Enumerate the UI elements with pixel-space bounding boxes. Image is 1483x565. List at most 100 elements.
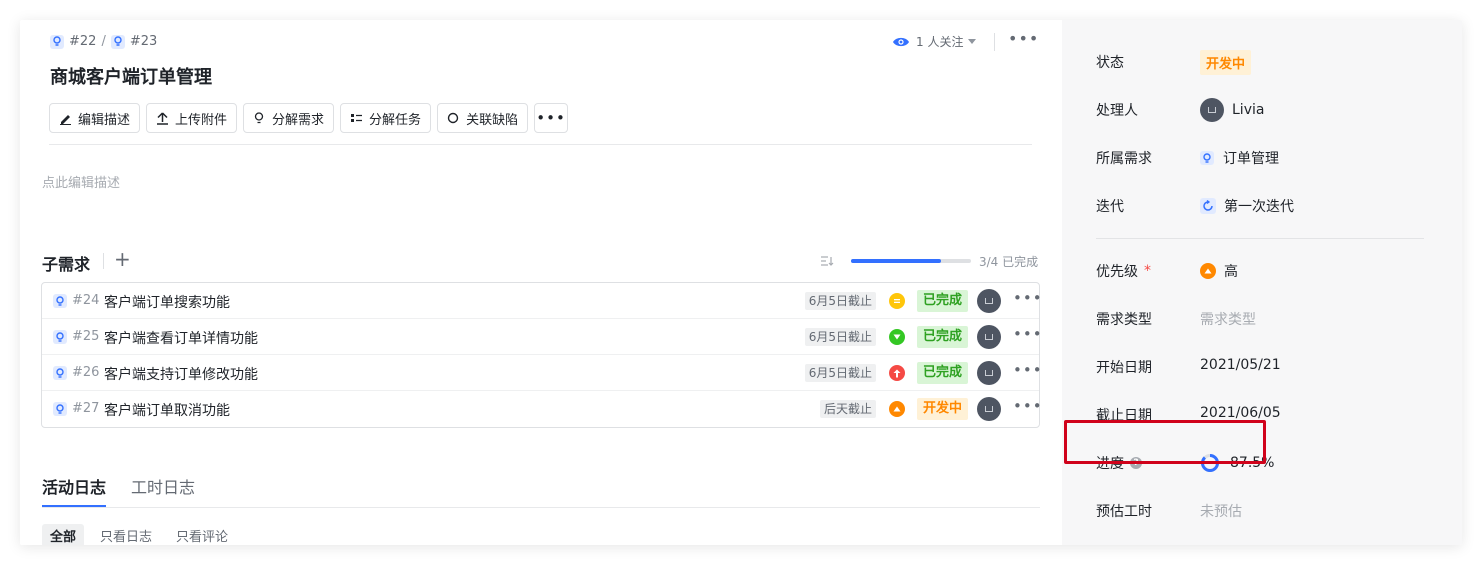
upload-attachment-label: 上传附件	[175, 112, 228, 128]
due-date-tag[interactable]: 后天截止	[819, 400, 876, 418]
divider	[103, 253, 104, 269]
priority-low-icon[interactable]	[889, 329, 905, 345]
chevron-down-icon	[968, 39, 977, 44]
sub-requirements-list: #24 客户端订单搜索功能 6月5日截止 已完成 ••• #25 客户端查看订单详情功能 6月…	[41, 282, 1042, 428]
priority-urgent-icon[interactable]	[889, 365, 905, 381]
avatar[interactable]	[977, 289, 1001, 313]
properties-panel: 状态 开发中 处理人 Livia 所属需求 订单管理 迭代 第一次迭代 优先级 …	[1062, 20, 1462, 545]
avatar[interactable]	[977, 397, 1001, 421]
end-date-value[interactable]: 2021/06/05	[1200, 405, 1281, 421]
priority-value[interactable]: 高	[1200, 261, 1238, 281]
row-more-icon[interactable]: •••	[1013, 289, 1043, 307]
requirement-detail-card: #22 / #23 1 人关注 ••• 商城客户端订单管理 编辑描述 上传附件	[20, 20, 1462, 545]
log-filters: 全部 只看日志 只看评论	[42, 524, 236, 545]
toolbar-more-button[interactable]: •••	[534, 103, 569, 133]
priority-label: 优先级 *	[1096, 261, 1151, 281]
estimate-value[interactable]: 未预估	[1200, 501, 1242, 521]
filter-all[interactable]: 全部	[42, 524, 85, 545]
requirement-icon	[50, 34, 64, 49]
assignee-name: Livia	[1232, 102, 1265, 118]
main-panel: #22 / #23 1 人关注 ••• 商城客户端订单管理 编辑描述 上传附件	[20, 20, 1062, 545]
status-badge[interactable]: 开发中	[917, 398, 969, 420]
priority-medium-icon[interactable]	[889, 293, 905, 309]
row-more-icon[interactable]: •••	[1013, 361, 1043, 379]
due-date-tag[interactable]: 6月5日截止	[804, 292, 876, 310]
priority-text: 高	[1224, 264, 1238, 280]
requirement-type-select[interactable]: 需求类型	[1200, 309, 1256, 329]
status-value[interactable]: 开发中	[1200, 50, 1252, 75]
divider	[42, 507, 1040, 508]
pencil-icon	[58, 111, 72, 125]
split-task-button[interactable]: 分解任务	[340, 103, 432, 133]
estimate-label: 预估工时	[1096, 504, 1152, 520]
assignee-value[interactable]: Livia	[1200, 98, 1264, 122]
lightbulb-icon	[252, 111, 266, 125]
watchers-count: 1 人关注	[916, 35, 964, 49]
requirement-type-placeholder: 需求类型	[1200, 312, 1256, 328]
table-row[interactable]: #26 客户端支持订单修改功能 6月5日截止 已完成 •••	[42, 355, 1042, 391]
iteration-value[interactable]: 第一次迭代	[1200, 196, 1294, 216]
more-options-icon[interactable]: •••	[1008, 31, 1038, 52]
priority-high-icon	[1200, 263, 1216, 279]
page-title: 商城客户端订单管理	[50, 67, 212, 88]
sub-requirements-title: 子需求	[42, 255, 91, 274]
link-bug-label: 关联缺陷	[466, 112, 519, 128]
assignee-label: 处理人	[1096, 103, 1138, 119]
description-editor[interactable]: 点此编辑描述	[42, 172, 120, 191]
table-row[interactable]: #27 客户端订单取消功能 后天截止 开发中 •••	[42, 391, 1042, 427]
status-label: 状态	[1096, 55, 1124, 71]
link-bug-button[interactable]: 关联缺陷	[437, 103, 529, 133]
tab-activity-log[interactable]: 活动日志	[42, 474, 106, 498]
breadcrumb: #22 / #23	[50, 34, 157, 49]
breadcrumb-current[interactable]: #23	[130, 34, 157, 49]
breadcrumb-separator: /	[101, 34, 106, 49]
progress-fill	[851, 259, 941, 263]
status-badge[interactable]: 已完成	[917, 290, 969, 312]
row-number: #25	[72, 329, 100, 344]
row-title[interactable]: 客户端查看订单详情功能	[104, 328, 258, 348]
sub-requirements-progress-label: 3/4 已完成	[979, 255, 1039, 269]
start-date-value[interactable]: 2021/05/21	[1200, 357, 1281, 373]
edit-description-button[interactable]: 编辑描述	[49, 103, 141, 133]
iteration-label: 迭代	[1096, 199, 1124, 215]
row-title[interactable]: 客户端支持订单修改功能	[104, 364, 258, 384]
row-more-icon[interactable]: •••	[1013, 397, 1043, 415]
status-badge[interactable]: 已完成	[917, 362, 969, 384]
table-row[interactable]: #24 客户端订单搜索功能 6月5日截止 已完成 •••	[42, 283, 1042, 319]
row-title[interactable]: 客户端订单搜索功能	[104, 292, 230, 312]
due-date-tag[interactable]: 6月5日截止	[804, 328, 876, 346]
avatar[interactable]	[977, 325, 1001, 349]
filter-comments-only[interactable]: 只看评论	[168, 524, 236, 545]
iteration-icon	[1200, 198, 1216, 214]
due-date-tag[interactable]: 6月5日截止	[804, 364, 876, 382]
divider	[1096, 238, 1424, 239]
upload-attachment-button[interactable]: 上传附件	[146, 103, 238, 133]
avatar[interactable]	[977, 361, 1001, 385]
priority-high-icon[interactable]	[889, 401, 905, 417]
parent-requirement-label: 所属需求	[1096, 151, 1152, 167]
watch-button[interactable]: 1 人关注	[892, 33, 977, 50]
table-row[interactable]: #25 客户端查看订单详情功能 6月5日截止 已完成 •••	[42, 319, 1042, 355]
requirement-icon	[53, 366, 67, 380]
sort-icon[interactable]	[820, 255, 834, 267]
parent-requirement-value[interactable]: 订单管理	[1200, 148, 1279, 168]
progress-highlight-box	[1064, 420, 1266, 464]
row-more-icon[interactable]: •••	[1013, 325, 1043, 343]
status-badge[interactable]: 已完成	[917, 326, 969, 348]
tab-worklog[interactable]: 工时日志	[131, 474, 195, 498]
filter-logs-only[interactable]: 只看日志	[92, 524, 160, 545]
add-sub-requirement-button[interactable]: +	[114, 248, 131, 270]
requirement-icon	[1200, 151, 1214, 165]
start-date-label: 开始日期	[1096, 360, 1152, 376]
requirement-icon	[110, 34, 125, 49]
upload-icon	[155, 111, 169, 125]
split-requirement-button[interactable]: 分解需求	[243, 103, 335, 133]
priority-label-text: 优先级	[1096, 264, 1138, 280]
requirement-type-label: 需求类型	[1096, 312, 1152, 328]
row-title[interactable]: 客户端订单取消功能	[104, 400, 230, 420]
parent-requirement-name: 订单管理	[1223, 151, 1279, 167]
breadcrumb-parent-link[interactable]: #22	[69, 34, 96, 49]
divider	[49, 144, 1032, 145]
eye-icon	[893, 37, 909, 46]
estimate-placeholder: 未预估	[1200, 504, 1242, 520]
